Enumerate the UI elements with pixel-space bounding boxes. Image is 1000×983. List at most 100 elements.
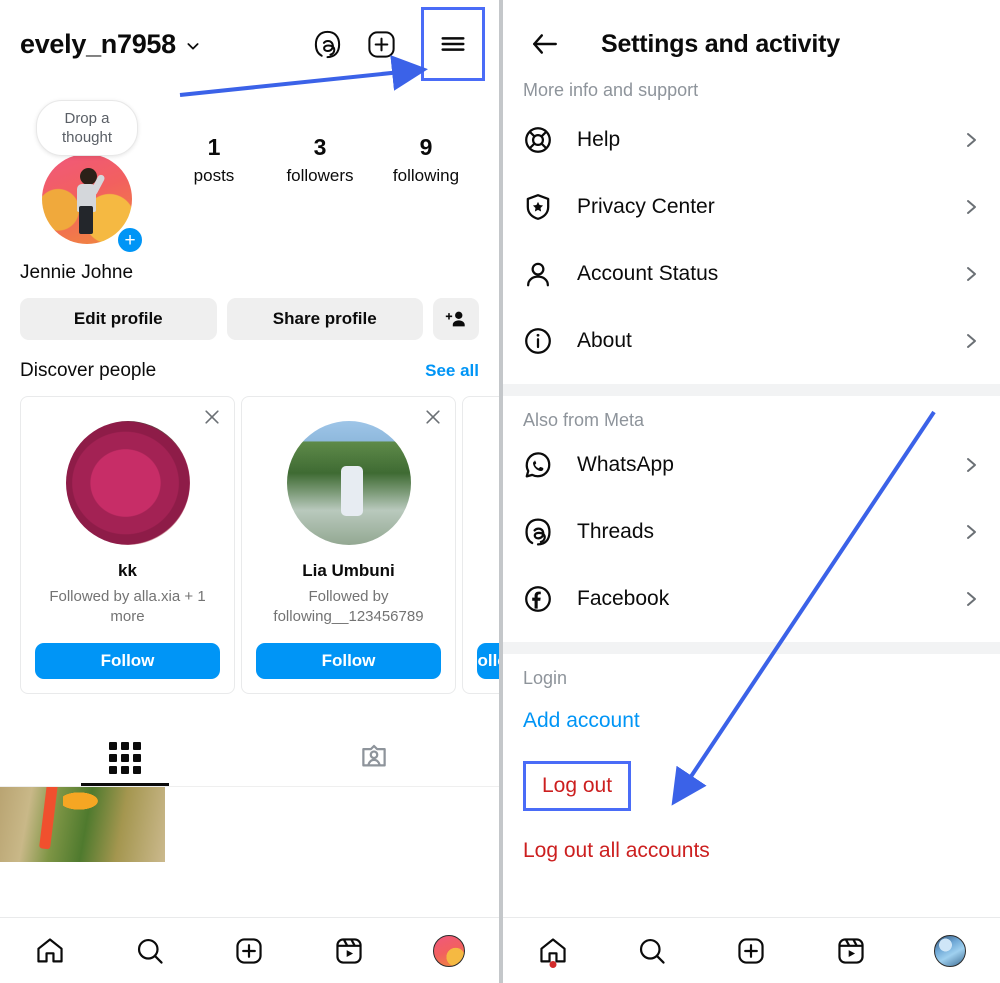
profile-stats: 1 posts 3 followers 9 following bbox=[161, 92, 479, 186]
suggested-user-avatar[interactable] bbox=[286, 421, 411, 545]
tab-tagged[interactable] bbox=[250, 730, 500, 786]
settings-item-label: About bbox=[577, 328, 632, 352]
chevron-right-icon bbox=[962, 523, 980, 541]
tab-grid[interactable] bbox=[0, 730, 250, 786]
person-icon bbox=[523, 259, 563, 289]
lifebuoy-icon bbox=[523, 125, 563, 155]
log-out-row: Log out bbox=[503, 753, 1000, 819]
following-label: following bbox=[392, 166, 460, 185]
add-account-link[interactable]: Add account bbox=[503, 689, 1000, 753]
username-label[interactable]: evely_n7958 bbox=[20, 29, 176, 60]
nav-create[interactable] bbox=[723, 926, 779, 976]
stat-followers[interactable]: 3 followers bbox=[267, 134, 373, 186]
bottom-nav-left bbox=[0, 917, 499, 983]
chevron-right-icon bbox=[962, 131, 980, 149]
follow-button[interactable]: Follow bbox=[256, 643, 441, 679]
suggested-user-context: Followed by following__123456789 bbox=[273, 588, 424, 625]
suggested-user-name: Lia Umbuni bbox=[302, 561, 395, 580]
stat-following[interactable]: 9 following bbox=[373, 134, 479, 186]
chevron-right-icon bbox=[962, 332, 980, 350]
settings-panel: Settings and activity More info and supp… bbox=[503, 0, 1000, 983]
list-item[interactable]: Lia Umbuni Followed by following__123456… bbox=[241, 396, 456, 694]
stat-posts[interactable]: 1 posts bbox=[161, 134, 267, 186]
section-divider bbox=[503, 642, 1000, 654]
add-story-button[interactable]: + bbox=[116, 226, 144, 254]
settings-item-about[interactable]: About bbox=[523, 307, 980, 374]
nav-search[interactable] bbox=[122, 926, 178, 976]
profile-summary: Drop a thought + 1 posts 3 followers 9 f… bbox=[0, 88, 499, 254]
list-item[interactable]: Follow bbox=[462, 396, 499, 694]
nav-profile[interactable] bbox=[421, 926, 477, 976]
see-all-link[interactable]: See all bbox=[425, 361, 479, 381]
profile-header: evely_n7958 bbox=[0, 0, 499, 88]
settings-group-support: Help Privacy Center Account Status About bbox=[503, 106, 1000, 374]
bottom-nav-right bbox=[503, 917, 1000, 983]
discover-title: Discover people bbox=[20, 360, 157, 381]
info-circle-icon bbox=[523, 326, 563, 356]
suggested-user-avatar[interactable] bbox=[65, 421, 190, 545]
suggested-user-context: Followed by alla.xia + 1 more bbox=[49, 588, 206, 625]
follow-button[interactable]: Follow bbox=[467, 643, 499, 679]
edit-profile-button[interactable]: Edit profile bbox=[20, 298, 217, 340]
settings-item-threads[interactable]: Threads bbox=[523, 498, 980, 565]
nav-home[interactable] bbox=[22, 926, 78, 976]
settings-item-help[interactable]: Help bbox=[523, 106, 980, 173]
log-out-button[interactable]: Log out bbox=[523, 761, 632, 811]
profile-avatar-icon bbox=[433, 934, 466, 967]
settings-item-label: Privacy Center bbox=[577, 194, 715, 218]
share-profile-button[interactable]: Share profile bbox=[226, 298, 423, 340]
settings-item-account-status[interactable]: Account Status bbox=[523, 240, 980, 307]
facebook-icon bbox=[523, 584, 563, 614]
profile-tabs bbox=[0, 730, 499, 787]
section-label-login: Login bbox=[523, 668, 568, 688]
whatsapp-icon bbox=[523, 450, 563, 480]
nav-reels[interactable] bbox=[321, 926, 377, 976]
nav-create[interactable] bbox=[221, 926, 277, 976]
nav-search[interactable] bbox=[624, 926, 680, 976]
chevron-right-icon bbox=[962, 265, 980, 283]
settings-header: Settings and activity bbox=[503, 0, 1000, 88]
nav-home[interactable] bbox=[525, 926, 581, 976]
settings-item-label: Help bbox=[577, 127, 621, 151]
settings-item-facebook[interactable]: Facebook bbox=[523, 565, 980, 632]
settings-item-label: Threads bbox=[577, 519, 655, 543]
post-thumbnail[interactable] bbox=[0, 787, 165, 862]
threads-icon[interactable] bbox=[305, 22, 349, 66]
notification-dot bbox=[549, 960, 557, 968]
nav-reels[interactable] bbox=[823, 926, 879, 976]
list-item[interactable]: kk Followed by alla.xia + 1 more Follow bbox=[20, 396, 235, 694]
plus-square-icon[interactable] bbox=[359, 22, 403, 66]
tagged-person-icon bbox=[359, 741, 389, 776]
nav-profile[interactable] bbox=[922, 926, 978, 976]
avatar[interactable]: Drop a thought + bbox=[20, 92, 144, 254]
hamburger-menu-icon[interactable] bbox=[421, 7, 485, 81]
settings-item-label: Facebook bbox=[577, 586, 670, 610]
threads-icon bbox=[523, 517, 563, 547]
back-arrow-icon[interactable] bbox=[523, 22, 567, 66]
section-label-also-from-meta: Also from Meta bbox=[523, 410, 645, 430]
note-bubble[interactable]: Drop a thought bbox=[36, 100, 138, 156]
chevron-right-icon bbox=[962, 198, 980, 216]
chevron-right-icon bbox=[962, 456, 980, 474]
page-title: Settings and activity bbox=[601, 29, 840, 58]
profile-panel: evely_n7958 Drop a thought + 1 posts 3 f… bbox=[0, 0, 499, 983]
close-icon[interactable] bbox=[202, 407, 222, 427]
follow-button[interactable]: Follow bbox=[35, 643, 220, 679]
posts-grid bbox=[0, 787, 499, 862]
settings-group-meta: WhatsApp Threads Facebook bbox=[503, 431, 1000, 632]
settings-item-privacy-center[interactable]: Privacy Center bbox=[523, 173, 980, 240]
chevron-down-icon[interactable] bbox=[185, 38, 201, 54]
discover-people-header: Discover people See all bbox=[0, 340, 499, 382]
add-person-icon[interactable] bbox=[433, 298, 479, 340]
discover-people-carousel[interactable]: kk Followed by alla.xia + 1 more Follow … bbox=[0, 382, 499, 694]
log-out-all-accounts-button[interactable]: Log out all accounts bbox=[503, 819, 1000, 883]
followers-label: followers bbox=[286, 166, 354, 185]
profile-actions: Edit profile Share profile bbox=[0, 284, 499, 340]
close-icon[interactable] bbox=[423, 407, 443, 427]
settings-item-label: WhatsApp bbox=[577, 452, 674, 476]
app-screen: evely_n7958 Drop a thought + 1 posts 3 f… bbox=[0, 0, 1000, 983]
settings-item-whatsapp[interactable]: WhatsApp bbox=[523, 431, 980, 498]
posts-label: posts bbox=[193, 166, 235, 185]
grid-icon bbox=[108, 742, 141, 774]
shield-star-icon bbox=[523, 192, 563, 222]
